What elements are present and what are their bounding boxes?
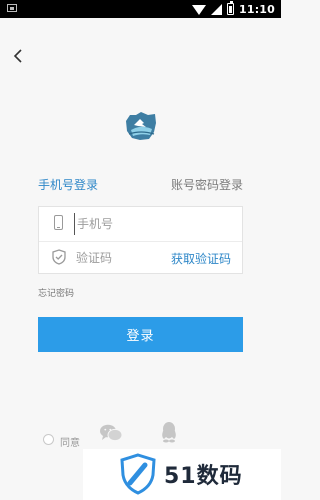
watermark-shield-icon (117, 453, 159, 495)
tab-phone-login[interactable]: 手机号登录 (38, 176, 98, 193)
login-form: 获取验证码 (38, 206, 243, 274)
phone-icon (54, 215, 63, 230)
watermark-text: 51数码 (164, 464, 243, 489)
battery-icon (226, 1, 234, 15)
qq-icon[interactable] (160, 421, 178, 443)
get-code-button[interactable]: 获取验证码 (171, 250, 231, 267)
code-row: 获取验证码 (39, 241, 242, 275)
phone-row (39, 207, 242, 241)
signal-icon (210, 3, 222, 15)
agree-text: 同意 (60, 438, 80, 449)
phone-input[interactable] (74, 213, 227, 235)
shield-check-icon (52, 249, 66, 265)
image-notification-icon (7, 4, 17, 12)
tab-account-login[interactable]: 账号密码登录 (171, 176, 243, 193)
wifi-icon (191, 5, 206, 15)
status-icons: 11:10 (191, 0, 275, 18)
status-bar: 11:10 (0, 0, 281, 18)
status-time: 11:10 (238, 2, 275, 16)
forgot-password-link[interactable]: 忘记密码 (38, 286, 74, 299)
back-arrow-icon[interactable] (10, 46, 30, 66)
verification-code-input[interactable] (76, 247, 156, 269)
agree-radio[interactable] (43, 434, 54, 445)
wechat-icon[interactable] (99, 424, 123, 442)
watermark: 51数码 (83, 449, 281, 500)
login-button[interactable]: 登录 (38, 317, 243, 352)
app-logo (124, 110, 158, 142)
